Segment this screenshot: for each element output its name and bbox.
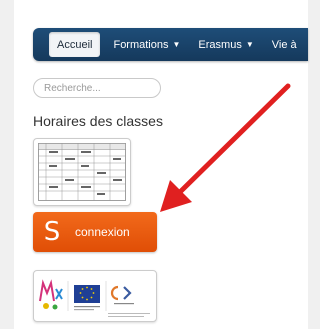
red-arrow-icon — [160, 83, 291, 212]
